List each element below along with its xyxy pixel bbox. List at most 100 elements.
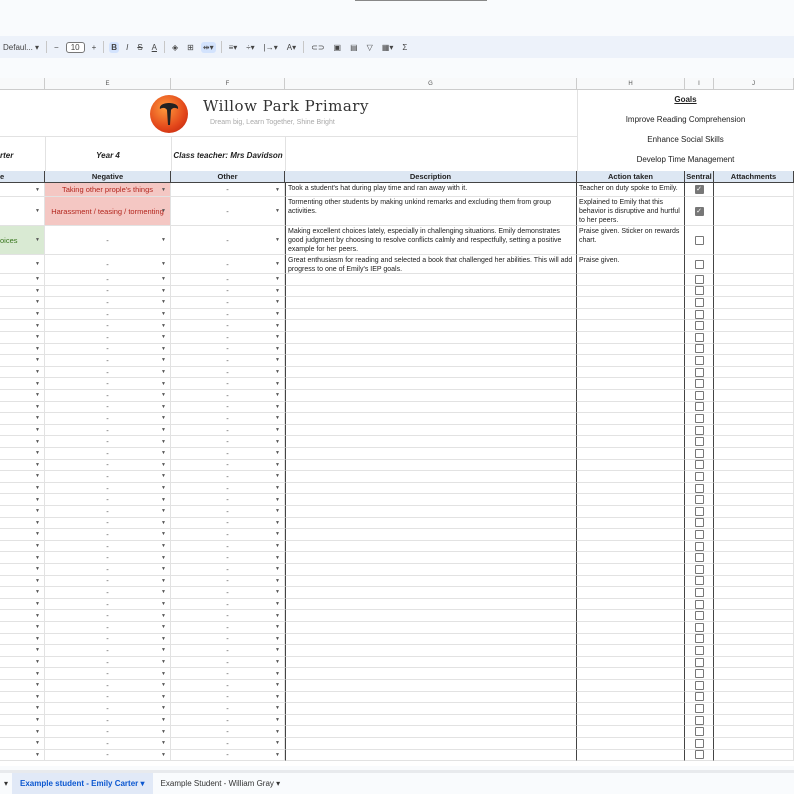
action-cell[interactable] xyxy=(577,749,685,762)
action-cell[interactable]: Praise given. Sticker on rewards chart. xyxy=(577,226,685,255)
action-cell[interactable]: Explained to Emily that this behavior is… xyxy=(577,197,685,226)
description-cell[interactable] xyxy=(285,413,577,425)
sentral-checkbox[interactable]: ✓ xyxy=(694,206,704,216)
other-dropdown[interactable]: - ▼ xyxy=(171,482,285,495)
negative-dropdown[interactable]: - ▼ xyxy=(45,656,171,669)
attachments-cell[interactable] xyxy=(714,378,794,390)
other-dropdown[interactable]: - ▼ xyxy=(171,703,285,715)
description-cell[interactable] xyxy=(285,274,577,286)
other-dropdown[interactable]: - ▼ xyxy=(171,540,285,553)
attachments-cell[interactable] xyxy=(714,424,794,437)
action-cell[interactable] xyxy=(577,587,685,599)
other-dropdown[interactable]: - ▼ xyxy=(171,401,285,414)
negative-dropdown[interactable]: - ▼ xyxy=(45,255,171,274)
attachments-cell[interactable] xyxy=(714,552,794,564)
attachments-cell[interactable] xyxy=(714,738,794,750)
sheet-tab-emily-carter[interactable]: Example student - Emily Carter ▾ xyxy=(12,773,153,794)
description-cell[interactable] xyxy=(285,401,577,414)
negative-dropdown[interactable]: - ▼ xyxy=(45,320,171,332)
negative-dropdown[interactable]: - ▼ xyxy=(45,482,171,495)
column-header-e[interactable]: E xyxy=(45,78,171,90)
action-cell[interactable] xyxy=(577,610,685,622)
negative-dropdown[interactable]: - ▼ xyxy=(45,459,171,472)
fill-color-icon[interactable]: ◈ xyxy=(170,42,180,53)
sheet-tab-william-gray[interactable]: Example Student - William Gray ▾ xyxy=(153,773,289,794)
positive-dropdown[interactable]: ▼ xyxy=(0,297,45,309)
negative-dropdown[interactable]: - ▼ xyxy=(45,424,171,437)
positive-dropdown[interactable]: ▼ xyxy=(0,459,45,472)
positive-dropdown[interactable]: ▼ xyxy=(0,610,45,622)
action-cell[interactable]: Praise given. xyxy=(577,255,685,274)
other-dropdown[interactable]: - ▼ xyxy=(171,738,285,750)
sentral-checkbox[interactable] xyxy=(694,495,704,505)
attachments-cell[interactable] xyxy=(714,622,794,634)
attachments-cell[interactable] xyxy=(714,598,794,611)
description-cell[interactable] xyxy=(285,575,577,588)
description-cell[interactable] xyxy=(285,424,577,437)
attachments-cell[interactable] xyxy=(714,656,794,669)
sentral-checkbox[interactable] xyxy=(694,235,704,245)
negative-dropdown[interactable]: - ▼ xyxy=(45,308,171,321)
other-dropdown[interactable]: - ▼ xyxy=(171,297,285,309)
column-header-j[interactable]: J xyxy=(714,78,794,90)
other-dropdown[interactable]: - ▼ xyxy=(171,197,285,226)
negative-dropdown[interactable]: - ▼ xyxy=(45,332,171,344)
description-cell[interactable] xyxy=(285,726,577,738)
align-icon[interactable]: ≡▾ xyxy=(227,42,240,53)
positive-dropdown[interactable]: ▼ xyxy=(0,285,45,298)
description-cell[interactable] xyxy=(285,656,577,669)
description-cell[interactable] xyxy=(285,587,577,599)
positive-dropdown[interactable]: ▼ xyxy=(0,633,45,646)
sentral-checkbox[interactable] xyxy=(694,286,704,296)
other-dropdown[interactable]: - ▼ xyxy=(171,366,285,379)
font-select[interactable]: Defaul... ▾ xyxy=(1,42,41,53)
description-cell[interactable] xyxy=(285,506,577,518)
action-cell[interactable] xyxy=(577,274,685,286)
description-cell[interactable] xyxy=(285,703,577,715)
merge-cells-icon[interactable]: ⇹▾ xyxy=(200,41,216,53)
description-cell[interactable] xyxy=(285,390,577,402)
attachments-cell[interactable] xyxy=(714,540,794,553)
negative-dropdown[interactable]: - ▼ xyxy=(45,378,171,390)
sentral-checkbox[interactable] xyxy=(694,518,704,528)
positive-dropdown[interactable]: ▼ xyxy=(0,471,45,483)
positive-dropdown[interactable]: ▼ xyxy=(0,355,45,367)
sentral-checkbox[interactable] xyxy=(694,738,704,748)
positive-dropdown[interactable]: ▼ xyxy=(0,738,45,750)
sentral-checkbox[interactable] xyxy=(694,727,704,737)
positive-dropdown[interactable]: ▼ xyxy=(0,656,45,669)
other-dropdown[interactable]: - ▼ xyxy=(171,575,285,588)
sentral-checkbox[interactable] xyxy=(694,448,704,458)
action-cell[interactable] xyxy=(577,285,685,298)
other-dropdown[interactable]: - ▼ xyxy=(171,355,285,367)
action-cell[interactable] xyxy=(577,506,685,518)
attachments-cell[interactable] xyxy=(714,529,794,541)
negative-dropdown[interactable]: - ▼ xyxy=(45,366,171,379)
attachments-cell[interactable] xyxy=(714,297,794,309)
attachments-cell[interactable] xyxy=(714,366,794,379)
action-cell[interactable] xyxy=(577,575,685,588)
action-cell[interactable] xyxy=(577,598,685,611)
positive-dropdown[interactable]: ▼ xyxy=(0,482,45,495)
description-cell[interactable] xyxy=(285,552,577,564)
comment-icon[interactable]: ▣ xyxy=(332,42,344,53)
positive-dropdown[interactable]: ▼ xyxy=(0,691,45,704)
sentral-checkbox[interactable] xyxy=(694,355,704,365)
positive-dropdown[interactable]: ▼ xyxy=(0,540,45,553)
positive-dropdown[interactable]: ▼ xyxy=(0,320,45,332)
action-cell[interactable] xyxy=(577,540,685,553)
other-dropdown[interactable]: - ▼ xyxy=(171,308,285,321)
action-cell[interactable] xyxy=(577,517,685,530)
positive-dropdown[interactable]: ▼ xyxy=(0,714,45,727)
other-dropdown[interactable]: - ▼ xyxy=(171,656,285,669)
positive-dropdown[interactable]: ▼ xyxy=(0,390,45,402)
positive-dropdown[interactable]: ▼ xyxy=(0,506,45,518)
negative-dropdown[interactable]: - ▼ xyxy=(45,413,171,425)
attachments-cell[interactable] xyxy=(714,308,794,321)
attachments-cell[interactable] xyxy=(714,197,794,226)
description-cell[interactable] xyxy=(285,529,577,541)
positive-dropdown[interactable]: ▼ xyxy=(0,622,45,634)
column-header-i[interactable]: I xyxy=(685,78,714,90)
positive-dropdown[interactable]: ▼ xyxy=(0,366,45,379)
negative-dropdown[interactable]: - ▼ xyxy=(45,343,171,356)
